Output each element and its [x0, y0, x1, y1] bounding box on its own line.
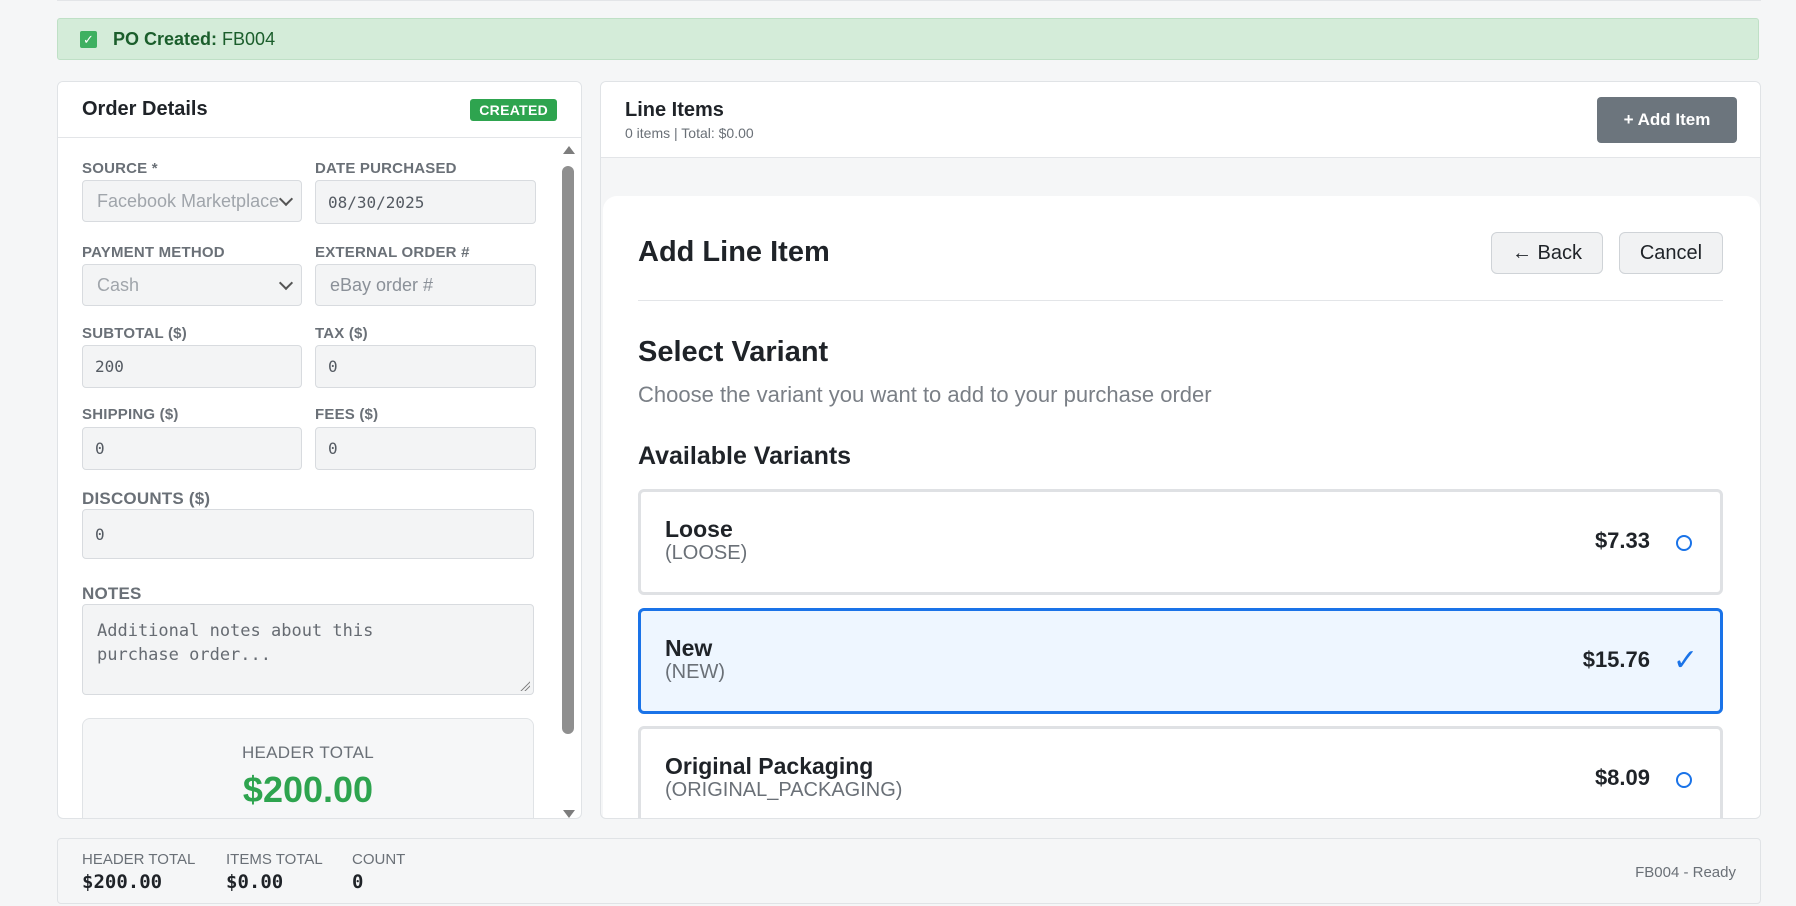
cancel-button[interactable]: Cancel	[1619, 232, 1723, 274]
select-variant-description: Choose the variant you want to add to yo…	[638, 382, 1212, 407]
variant-option-original-packaging[interactable]: Original Packaging (ORIGINAL_PACKAGING) …	[638, 726, 1723, 818]
notes-label: NOTES	[82, 584, 142, 603]
line-items-summary: 0 items | Total: $0.00	[625, 125, 754, 141]
dialog-divider	[638, 300, 1723, 301]
date-purchased-input[interactable]: 08/30/2025	[315, 180, 536, 224]
chevron-down-icon	[278, 275, 294, 291]
variant-price: $7.33	[1594, 528, 1650, 553]
resize-handle-icon[interactable]	[520, 681, 530, 691]
footer-header-total-value: $200.00	[82, 871, 163, 893]
footer-count-label: COUNT	[352, 851, 406, 868]
variant-price: $15.76	[1582, 647, 1650, 672]
variant-code: (LOOSE)	[665, 542, 748, 564]
payment-method-label: PAYMENT METHOD	[82, 244, 225, 261]
add-line-item-title: Add Line Item	[638, 236, 830, 268]
footer-items-total: ITEMS TOTAL $0.00	[226, 851, 323, 893]
add-line-item-dialog: Add Line Item ← Back Cancel Select Varia…	[603, 196, 1760, 818]
date-purchased-value: 08/30/2025	[328, 192, 425, 212]
banner-text: PO Created: FB004	[113, 29, 275, 50]
external-order-label: EXTERNAL ORDER #	[315, 244, 470, 261]
line-items-header: Line Items 0 items | Total: $0.00 + Add …	[601, 82, 1760, 158]
banner-po-number: FB004	[222, 28, 276, 49]
tax-input[interactable]: 0	[315, 345, 536, 388]
order-details-scrollbar[interactable]	[560, 146, 576, 818]
fees-input[interactable]: 0	[315, 427, 536, 470]
available-variants-heading: Available Variants	[638, 442, 852, 470]
status-badge: CREATED	[470, 98, 557, 121]
add-item-button[interactable]: + Add Item	[1597, 97, 1737, 143]
source-select[interactable]: Facebook Marketplace	[82, 180, 302, 222]
footer-header-total-label: HEADER TOTAL	[82, 851, 196, 868]
top-divider	[57, 0, 1761, 1]
banner-label: PO Created:	[113, 28, 218, 49]
variant-name: New	[665, 635, 713, 661]
footer-items-total-value: $0.00	[226, 871, 284, 893]
footer-count-value: 0	[352, 871, 364, 893]
line-items-title: Line Items	[625, 99, 724, 121]
order-details-title: Order Details	[82, 98, 208, 120]
header-total-label: HEADER TOTAL	[241, 743, 375, 762]
variant-code: (ORIGINAL_PACKAGING)	[665, 779, 903, 801]
notes-placeholder: Additional notes about this purchase ord…	[97, 621, 374, 665]
checkmark-icon: ✓	[1672, 644, 1698, 677]
radio-unselected-icon[interactable]	[1676, 535, 1692, 551]
tax-label: TAX ($)	[315, 325, 368, 342]
fees-label: FEES ($)	[315, 406, 379, 423]
fees-value: 0	[328, 439, 338, 458]
discounts-value: 0	[95, 524, 105, 544]
footer-status-bar: HEADER TOTAL $200.00 ITEMS TOTAL $0.00 C…	[57, 838, 1761, 904]
footer-header-total: HEADER TOTAL $200.00	[82, 851, 195, 893]
header-total-value: $200.00	[242, 769, 374, 810]
footer-status-text: FB004 - Ready	[1635, 864, 1736, 881]
discounts-label: DISCOUNTS ($)	[82, 489, 211, 508]
po-created-banner: ✓ PO Created: FB004	[57, 18, 1759, 60]
variant-price: $8.09	[1594, 765, 1650, 790]
scroll-down-arrow-icon[interactable]	[563, 810, 575, 818]
shipping-label: SHIPPING ($)	[82, 406, 179, 423]
subtotal-value: 200	[95, 357, 124, 376]
scroll-up-arrow-icon[interactable]	[563, 146, 575, 154]
line-items-panel: Line Items 0 items | Total: $0.00 + Add …	[600, 81, 1761, 819]
shipping-input[interactable]: 0	[82, 427, 302, 470]
notes-textarea[interactable]: Additional notes about this purchase ord…	[82, 604, 534, 695]
source-value: Facebook Marketplace	[97, 190, 280, 211]
variant-code: (NEW)	[665, 661, 725, 683]
discounts-input[interactable]: 0	[82, 509, 534, 559]
variant-name: Loose	[665, 516, 733, 542]
payment-method-select[interactable]: Cash	[82, 264, 302, 306]
subtotal-input[interactable]: 200	[82, 345, 302, 388]
date-purchased-label: DATE PURCHASED	[315, 160, 457, 177]
subtotal-label: SUBTOTAL ($)	[82, 325, 187, 342]
external-order-input[interactable]: eBay order #	[315, 264, 536, 306]
select-variant-heading: Select Variant	[638, 336, 829, 368]
radio-unselected-icon[interactable]	[1676, 772, 1692, 788]
source-label: SOURCE *	[82, 160, 158, 177]
order-details-header: Order Details CREATED	[58, 82, 581, 138]
tax-value: 0	[328, 357, 338, 376]
variant-option-new[interactable]: New (NEW) $15.76 ✓	[638, 608, 1723, 714]
shipping-value: 0	[95, 439, 105, 458]
footer-count: COUNT 0	[352, 851, 405, 893]
order-details-panel: Order Details CREATED SOURCE * Facebook …	[57, 81, 582, 819]
checkbox-check-icon: ✓	[80, 30, 97, 48]
variant-name: Original Packaging	[665, 753, 874, 779]
back-button[interactable]: ← Back	[1491, 232, 1603, 274]
header-total-card: HEADER TOTAL $200.00	[82, 718, 534, 818]
payment-method-value: Cash	[97, 274, 140, 295]
variant-option-loose[interactable]: Loose (LOOSE) $7.33	[638, 489, 1723, 595]
external-order-placeholder: eBay order #	[330, 274, 434, 295]
footer-items-total-label: ITEMS TOTAL	[226, 851, 323, 868]
scrollbar-thumb[interactable]	[562, 166, 574, 734]
chevron-down-icon	[278, 191, 294, 207]
